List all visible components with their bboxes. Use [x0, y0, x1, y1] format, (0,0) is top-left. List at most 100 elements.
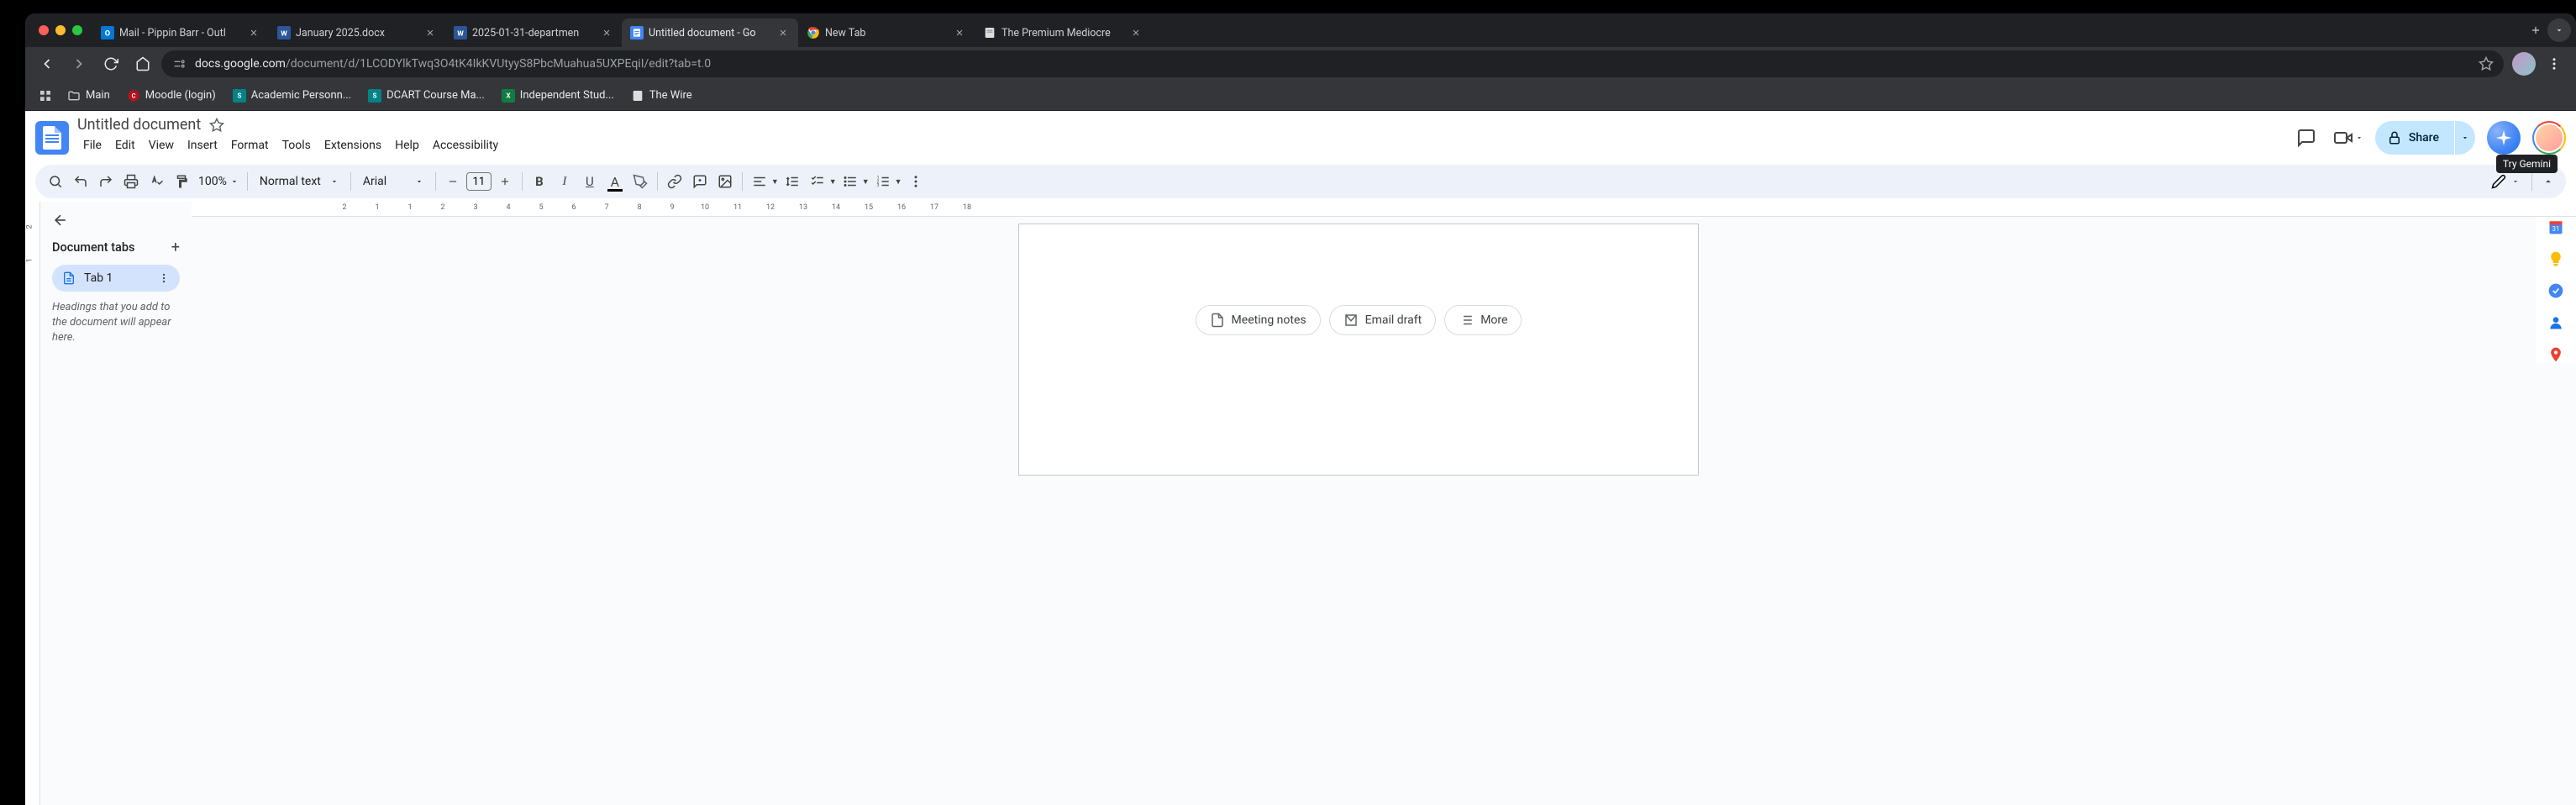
search-menus-button[interactable] [44, 170, 67, 193]
editing-mode-button[interactable] [2486, 174, 2525, 189]
menu-accessibility[interactable]: Accessibility [427, 135, 504, 155]
browser-tab[interactable]: Untitled document - Go [622, 18, 798, 47]
window-close-button[interactable] [39, 25, 49, 35]
window-minimize-button[interactable] [55, 25, 66, 35]
highlight-color-button[interactable] [628, 170, 652, 193]
gemini-button[interactable] [2487, 121, 2521, 155]
docs-home-button[interactable] [35, 121, 69, 155]
bookmark-item[interactable]: SDCART Course Ma... [361, 86, 492, 106]
share-button[interactable]: Share [2375, 121, 2454, 155]
bulleted-list-button[interactable] [839, 170, 862, 193]
fontsize-input[interactable]: 11 [466, 172, 492, 191]
address-bar[interactable]: docs.google.com/document/d/1LCODYlkTwq3O… [161, 50, 2504, 77]
calendar-sidebar-icon[interactable]: 31 [2547, 218, 2564, 235]
text-color-button[interactable]: A [603, 170, 627, 193]
browser-tab[interactable]: New Tab [798, 18, 975, 47]
contacts-sidebar-icon[interactable] [2547, 314, 2564, 331]
tab-close-button[interactable] [247, 26, 260, 39]
share-dropdown-button[interactable] [2455, 121, 2475, 155]
document-page[interactable]: Meeting notes Email draft More [1018, 224, 1699, 476]
comments-button[interactable] [2291, 123, 2321, 153]
print-button[interactable] [119, 170, 143, 193]
decrease-fontsize-button[interactable] [441, 170, 465, 193]
account-avatar-button[interactable] [2532, 121, 2566, 155]
tasks-sidebar-icon[interactable] [2547, 282, 2564, 299]
nav-forward-button[interactable] [66, 50, 92, 77]
outline-collapse-button[interactable] [52, 212, 72, 229]
browser-tab[interactable]: The Premium Mediocre [975, 18, 1151, 47]
tabs-dropdown-button[interactable] [2547, 18, 2571, 42]
svg-text:31: 31 [2552, 225, 2559, 234]
spellcheck-button[interactable] [145, 170, 168, 193]
zoom-select[interactable]: 100% [195, 175, 242, 188]
insert-comment-button[interactable] [688, 170, 712, 193]
paint-format-button[interactable] [170, 170, 193, 193]
bookmark-star-button[interactable] [2479, 56, 2494, 71]
insert-image-button[interactable] [713, 170, 737, 193]
email-draft-chip[interactable]: Email draft [1329, 305, 1437, 335]
bookmark-item[interactable]: Main [60, 86, 117, 106]
bookmark-item[interactable]: CMoodle (login) [120, 86, 223, 106]
browser-tab[interactable]: W2025-01-31-departmen [445, 18, 622, 47]
new-tab-button[interactable] [2524, 18, 2547, 42]
menu-view[interactable]: View [143, 135, 180, 155]
window-maximize-button[interactable] [72, 25, 82, 35]
tab-close-button[interactable] [953, 26, 966, 39]
browser-tab[interactable]: WJanuary 2025.docx [269, 18, 445, 47]
menu-insert[interactable]: Insert [181, 135, 223, 155]
svg-text:O: O [105, 29, 111, 38]
more-tools-button[interactable] [904, 170, 928, 193]
menu-edit[interactable]: Edit [109, 135, 141, 155]
star-document-button[interactable] [209, 118, 224, 133]
bold-button[interactable]: B [528, 170, 551, 193]
insert-link-button[interactable] [663, 170, 686, 193]
paragraph-style-select[interactable]: Normal text [253, 175, 345, 188]
keep-sidebar-icon[interactable] [2547, 250, 2564, 267]
document-title[interactable]: Untitled document [77, 116, 201, 134]
menu-file[interactable]: File [77, 135, 108, 155]
menu-format[interactable]: Format [225, 135, 275, 155]
collapse-toolbar-button[interactable] [2539, 176, 2558, 187]
horizontal-ruler[interactable]: 21123456789101112131415161718 [192, 202, 2576, 217]
chrome-profile-button[interactable] [2512, 52, 2536, 76]
outline-tab-item[interactable]: Tab 1 [52, 265, 180, 292]
nav-reload-button[interactable] [97, 50, 124, 77]
align-button[interactable] [748, 170, 771, 193]
outline-add-tab-button[interactable]: + [171, 239, 180, 256]
bookmark-item[interactable]: SAcademic Personn... [226, 86, 358, 106]
redo-button[interactable] [94, 170, 118, 193]
document-icon [1210, 313, 1225, 328]
menu-extensions[interactable]: Extensions [318, 135, 387, 155]
bookmark-item[interactable]: The Wire [624, 86, 699, 106]
apps-button[interactable] [34, 84, 57, 108]
tab-close-button[interactable] [600, 26, 613, 39]
site-info-icon[interactable] [171, 56, 187, 71]
svg-text:S: S [373, 92, 377, 99]
nav-back-button[interactable] [34, 50, 60, 77]
undo-button[interactable] [69, 170, 92, 193]
outline-hint-text: Headings that you add to the document wi… [52, 300, 180, 346]
chrome-menu-button[interactable] [2541, 50, 2568, 77]
browser-tab[interactable]: OMail - Pippin Barr - Outl [92, 18, 269, 47]
nav-home-button[interactable] [129, 50, 156, 77]
svg-text:S: S [237, 92, 241, 99]
maps-sidebar-icon[interactable] [2547, 346, 2564, 363]
outline-tab-menu-button[interactable] [158, 272, 170, 284]
menu-tools[interactable]: Tools [276, 135, 317, 155]
font-select[interactable]: Arial [356, 175, 430, 188]
bookmark-item[interactable]: XIndependent Stud... [495, 86, 621, 106]
line-spacing-button[interactable] [781, 170, 804, 193]
share-label: Share [2409, 131, 2439, 145]
tab-close-button[interactable] [423, 26, 437, 39]
numbered-list-button[interactable]: 123 [871, 170, 895, 193]
italic-button[interactable]: I [553, 170, 576, 193]
tab-close-button[interactable] [1129, 26, 1143, 39]
tab-close-button[interactable] [776, 26, 790, 39]
menu-help[interactable]: Help [389, 135, 425, 155]
meet-button[interactable] [2333, 128, 2363, 148]
increase-fontsize-button[interactable] [493, 170, 517, 193]
meeting-notes-chip[interactable]: Meeting notes [1196, 305, 1321, 335]
underline-button[interactable]: U [578, 170, 602, 193]
checklist-button[interactable] [806, 170, 829, 193]
more-blocks-chip[interactable]: More [1444, 305, 1522, 335]
